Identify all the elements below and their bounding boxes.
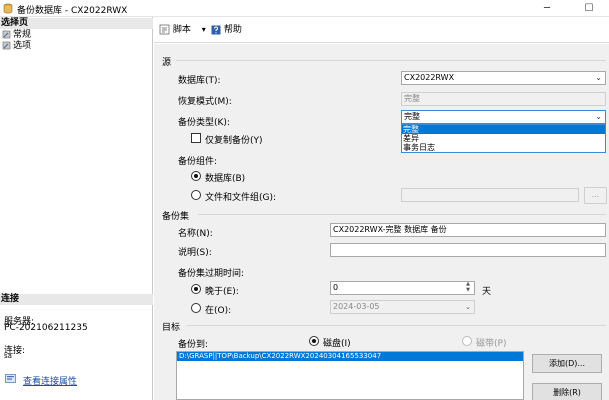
wrench-icon — [2, 30, 11, 39]
files-field — [401, 188, 579, 202]
tape-label: 磁带(P) — [476, 339, 507, 349]
destination-list[interactable]: D:\GRASP||TOP\Backup\CX2022RWX2024030416… — [176, 351, 524, 400]
backup-name-label: 名称(N): — [178, 229, 213, 239]
backup-type-dropdown: 完整 差异 事务日志 — [401, 124, 606, 153]
toolbar: 脚本 ▾ 帮助 — [154, 17, 609, 43]
page-item-options[interactable]: 选项 — [2, 41, 31, 51]
dropdown-option-full[interactable]: 完整 — [402, 125, 605, 134]
help-icon — [211, 25, 221, 34]
disk-label: 磁盘(I) — [323, 339, 351, 349]
recovery-model-label: 恢复模式(M): — [178, 97, 232, 107]
wrench-icon — [2, 41, 11, 50]
backup-component-label: 备份组件: — [178, 157, 218, 167]
tape-radio[interactable] — [462, 336, 472, 346]
disk-radio[interactable] — [309, 336, 319, 346]
script-label: 脚本 — [172, 25, 191, 35]
dropdown-option-differential[interactable]: 差异 — [402, 134, 605, 143]
remove-destination-button[interactable]: 删除(R) — [532, 383, 602, 400]
left-pane: 选择页 常规 选项 连接 服务器: PC-202106211235 连接: sa… — [0, 17, 153, 400]
description-label: 说明(S): — [178, 248, 212, 258]
backup-set-section-title: 备份集 — [162, 212, 190, 222]
database-backup-icon — [3, 3, 13, 14]
help-label: 帮助 — [223, 25, 242, 35]
component-database-label: 数据库(B) — [205, 174, 246, 184]
page-item-general[interactable]: 常规 — [2, 30, 31, 40]
component-files-radio[interactable] — [191, 190, 201, 200]
server-value: PC-202106211235 — [4, 323, 88, 333]
expiration-label: 备份集过期时间: — [178, 269, 245, 279]
help-button[interactable]: 帮助 — [211, 23, 242, 37]
files-browse-button[interactable]: ... — [584, 187, 607, 204]
divider — [187, 325, 606, 326]
script-button[interactable]: 脚本 ▾ — [159, 23, 206, 37]
description-input[interactable] — [330, 243, 606, 257]
chevron-down-icon[interactable]: ▾ — [202, 25, 206, 34]
chevron-down-icon: ⌄ — [595, 112, 602, 121]
calendar-dropdown-icon[interactable]: ⌄ — [463, 300, 473, 314]
connection-header: 连接 — [0, 294, 153, 305]
spinner-icon[interactable]: ▲ ▼ — [463, 281, 473, 295]
component-database-radio[interactable] — [191, 171, 201, 181]
expire-after-label: 晚于(E): — [205, 287, 239, 297]
divider — [198, 214, 606, 215]
expire-on-radio[interactable] — [191, 303, 201, 313]
copy-only-label: 仅复制备份(Y) — [205, 136, 263, 146]
backup-type-value: 完整 — [404, 112, 420, 121]
source-section-title: 源 — [162, 58, 172, 68]
days-unit-label: 天 — [482, 287, 492, 297]
destination-section-title: 目标 — [162, 323, 181, 333]
page-item-label: 选项 — [13, 41, 32, 51]
select-page-header: 选择页 — [0, 18, 153, 29]
view-connection-properties-link[interactable]: 查看连接属性 — [23, 374, 77, 387]
expire-date-input: 2024-03-05 — [330, 300, 475, 314]
page-item-label: 常规 — [13, 30, 32, 40]
database-label: 数据库(T): — [178, 76, 221, 86]
database-select[interactable]: CX2022RWX ⌄ — [401, 71, 606, 85]
list-item[interactable]: D:\GRASP||TOP\Backup\CX2022RWX2024030416… — [177, 352, 523, 361]
title-bar: 备份数据库 - CX2022RWX ─ ☐ — [0, 0, 609, 17]
main-panel: 源 数据库(T): CX2022RWX ⌄ 恢复模式(M): 完整 备份类型(K)… — [154, 44, 609, 400]
connection-properties-icon — [5, 374, 16, 383]
maximize-button[interactable]: ☐ — [569, 0, 609, 17]
backup-to-label: 备份到: — [178, 340, 209, 350]
recovery-model-field: 完整 — [401, 92, 606, 106]
minimize-button[interactable]: ─ — [527, 0, 567, 17]
expire-days-input[interactable]: 0 — [330, 281, 475, 295]
connection-value: sa — [4, 352, 12, 360]
backup-name-input[interactable]: CX2022RWX-完整 数据库 备份 — [330, 223, 606, 237]
add-destination-button[interactable]: 添加(D)... — [532, 354, 602, 373]
expire-on-label: 在(O): — [205, 306, 232, 316]
chevron-down-icon: ⌄ — [595, 73, 602, 82]
divider — [176, 60, 606, 61]
backup-type-label: 备份类型(K): — [178, 118, 230, 128]
copy-only-checkbox[interactable] — [191, 133, 201, 143]
component-files-label: 文件和文件组(G): — [205, 193, 277, 203]
window-title: 备份数据库 - CX2022RWX — [17, 6, 128, 16]
script-icon — [159, 24, 170, 35]
dropdown-option-log[interactable]: 事务日志 — [402, 143, 605, 152]
database-value: CX2022RWX — [404, 73, 455, 82]
expire-after-radio[interactable] — [191, 284, 201, 294]
backup-type-select[interactable]: 完整 ⌄ — [401, 110, 606, 124]
